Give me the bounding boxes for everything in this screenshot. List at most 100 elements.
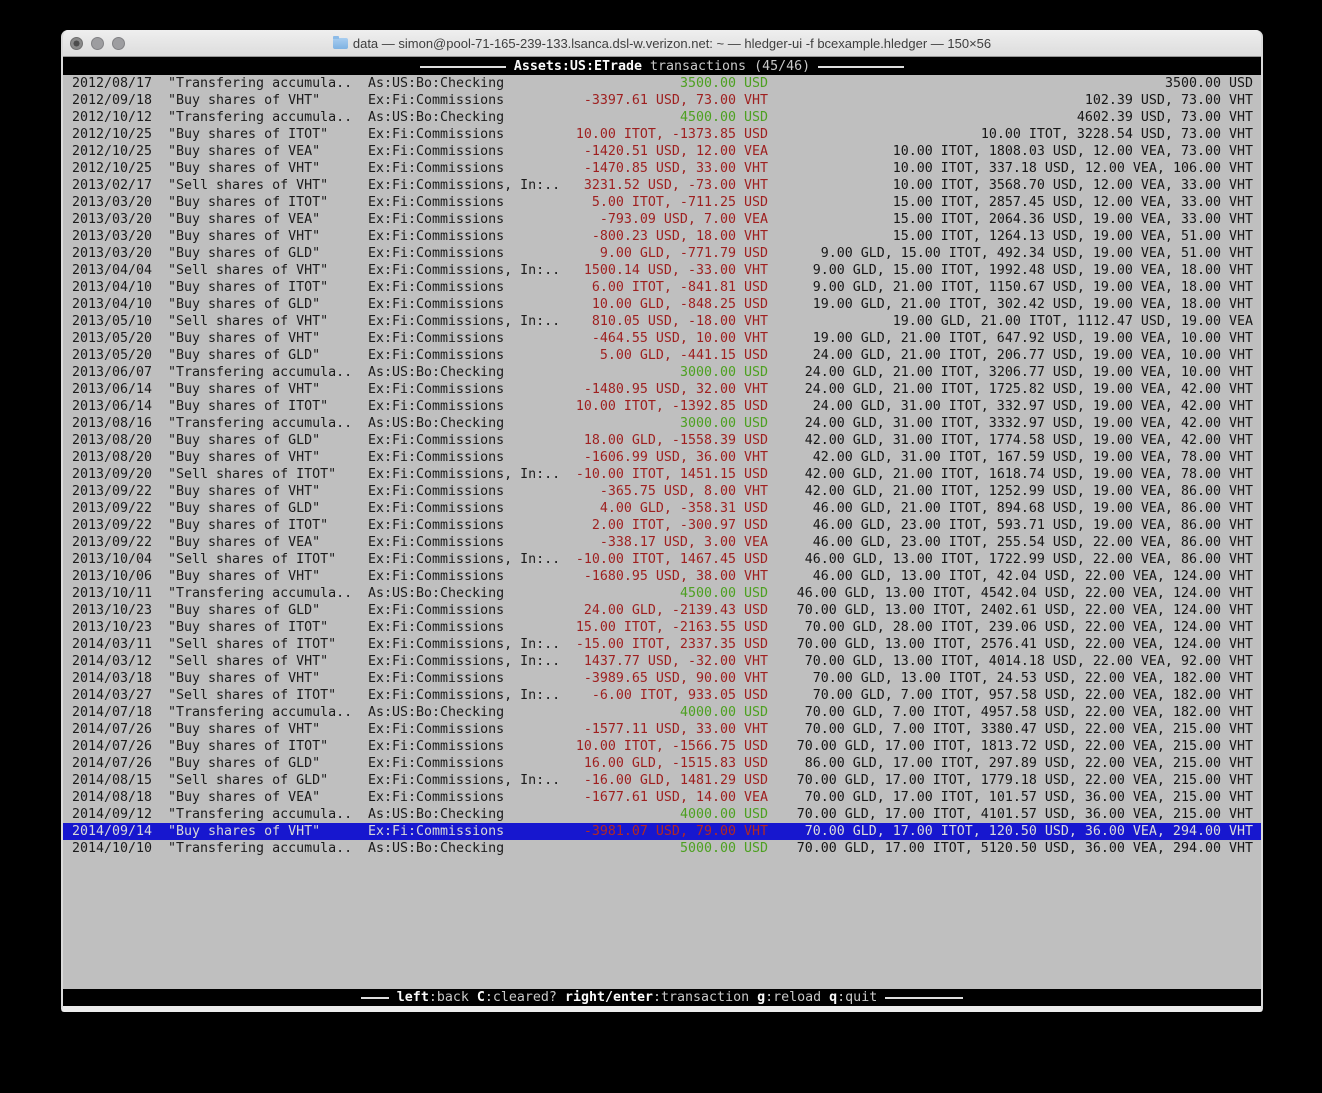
running-balance: 9.00 GLD, 15.00 ITOT, 1992.48 USD, 19.00… <box>768 262 1261 279</box>
transaction-accounts: Ex:Fi:Commissions <box>368 398 568 415</box>
transaction-amount: -15.00 ITOT, 2337.35 USD <box>568 636 768 653</box>
transaction-row[interactable]: 2013/08/20"Buy shares of GLD"Ex:Fi:Commi… <box>63 432 1261 449</box>
transaction-row[interactable]: 2014/07/26"Buy shares of VHT"Ex:Fi:Commi… <box>63 721 1261 738</box>
transaction-amount: -3989.65 USD, 90.00 VHT <box>568 670 768 687</box>
transaction-date: 2014/03/27 <box>63 687 168 704</box>
transaction-description: "Buy shares of ITOT" <box>168 126 368 143</box>
transaction-row[interactable]: 2014/09/12"Transfering accumula..As:US:B… <box>63 806 1261 823</box>
transaction-amount: 16.00 GLD, -1515.83 USD <box>568 755 768 772</box>
transaction-accounts: Ex:Fi:Commissions <box>368 160 568 177</box>
transaction-row[interactable]: 2013/05/20"Buy shares of GLD"Ex:Fi:Commi… <box>63 347 1261 364</box>
transaction-accounts: Ex:Fi:Commissions <box>368 347 568 364</box>
transaction-amount: 5.00 ITOT, -711.25 USD <box>568 194 768 211</box>
transaction-accounts: Ex:Fi:Commissions, In:.. <box>368 177 568 194</box>
transaction-row[interactable]: 2014/08/15"Sell shares of GLD"Ex:Fi:Comm… <box>63 772 1261 789</box>
transaction-row[interactable]: 2012/10/25"Buy shares of VHT"Ex:Fi:Commi… <box>63 160 1261 177</box>
transaction-row[interactable]: 2013/04/10"Buy shares of GLD"Ex:Fi:Commi… <box>63 296 1261 313</box>
transaction-row[interactable]: 2013/08/20"Buy shares of VHT"Ex:Fi:Commi… <box>63 449 1261 466</box>
running-balance: 42.00 GLD, 31.00 ITOT, 167.59 USD, 19.00… <box>768 449 1261 466</box>
transaction-date: 2013/10/11 <box>63 585 168 602</box>
transaction-description: "Buy shares of VHT" <box>168 160 368 177</box>
transaction-description: "Buy shares of ITOT" <box>168 279 368 296</box>
transaction-amount: 3000.00 USD <box>568 364 768 381</box>
transaction-row[interactable]: 2013/06/14"Buy shares of VHT"Ex:Fi:Commi… <box>63 381 1261 398</box>
transaction-row[interactable]: 2014/03/12"Sell shares of VHT"Ex:Fi:Comm… <box>63 653 1261 670</box>
window-titlebar[interactable]: data — simon@pool-71-165-239-133.lsanca.… <box>63 30 1261 57</box>
window-zoom-button[interactable] <box>112 37 125 50</box>
transaction-row[interactable]: 2013/09/22"Buy shares of VEA"Ex:Fi:Commi… <box>63 534 1261 551</box>
window-title-text: data — simon@pool-71-165-239-133.lsanca.… <box>353 36 991 51</box>
transaction-row[interactable]: 2013/09/22"Buy shares of ITOT"Ex:Fi:Comm… <box>63 517 1261 534</box>
transaction-row[interactable]: 2013/05/20"Buy shares of VHT"Ex:Fi:Commi… <box>63 330 1261 347</box>
transaction-row[interactable]: 2013/10/06"Buy shares of VHT"Ex:Fi:Commi… <box>63 568 1261 585</box>
transaction-row[interactable]: 2013/03/20"Buy shares of ITOT"Ex:Fi:Comm… <box>63 194 1261 211</box>
transaction-row[interactable]: 2013/04/04"Sell shares of VHT"Ex:Fi:Comm… <box>63 262 1261 279</box>
transaction-row[interactable]: 2013/03/20"Buy shares of VHT"Ex:Fi:Commi… <box>63 228 1261 245</box>
transaction-accounts: Ex:Fi:Commissions <box>368 211 568 228</box>
running-balance: 19.00 GLD, 21.00 ITOT, 1112.47 USD, 19.0… <box>768 313 1261 330</box>
transaction-date: 2013/09/22 <box>63 483 168 500</box>
transaction-row[interactable]: 2013/06/07"Transfering accumula..As:US:B… <box>63 364 1261 381</box>
transaction-date: 2013/08/20 <box>63 449 168 466</box>
transaction-row[interactable]: 2013/08/16"Transfering accumula..As:US:B… <box>63 415 1261 432</box>
transaction-row[interactable]: 2012/08/17"Transfering accumula..As:US:B… <box>63 75 1261 92</box>
transaction-row[interactable]: 2013/06/14"Buy shares of ITOT"Ex:Fi:Comm… <box>63 398 1261 415</box>
transaction-accounts: Ex:Fi:Commissions, In:.. <box>368 262 568 279</box>
running-balance: 70.00 GLD, 17.00 ITOT, 120.50 USD, 36.00… <box>768 823 1261 840</box>
transaction-amount: -365.75 USD, 8.00 VHT <box>568 483 768 500</box>
transaction-amount: 2.00 ITOT, -300.97 USD <box>568 517 768 534</box>
transaction-amount: -793.09 USD, 7.00 VEA <box>568 211 768 228</box>
transaction-row[interactable]: 2012/10/25"Buy shares of ITOT"Ex:Fi:Comm… <box>63 126 1261 143</box>
running-balance: 24.00 GLD, 21.00 ITOT, 3206.77 USD, 19.0… <box>768 364 1261 381</box>
running-balance: 70.00 GLD, 13.00 ITOT, 2576.41 USD, 22.0… <box>768 636 1261 653</box>
transaction-row[interactable]: 2014/07/26"Buy shares of GLD"Ex:Fi:Commi… <box>63 755 1261 772</box>
transaction-amount: 4.00 GLD, -358.31 USD <box>568 500 768 517</box>
transaction-row[interactable]: 2013/10/04"Sell shares of ITOT"Ex:Fi:Com… <box>63 551 1261 568</box>
window-minimize-button[interactable] <box>91 37 104 50</box>
transaction-row[interactable]: 2013/10/23"Buy shares of GLD"Ex:Fi:Commi… <box>63 602 1261 619</box>
transaction-accounts: Ex:Fi:Commissions, In:.. <box>368 466 568 483</box>
transaction-accounts: Ex:Fi:Commissions <box>368 483 568 500</box>
transaction-row[interactable]: 2014/10/10"Transfering accumula..As:US:B… <box>63 840 1261 857</box>
transaction-accounts: Ex:Fi:Commissions <box>368 432 568 449</box>
transaction-row[interactable]: 2013/10/11"Transfering accumula..As:US:B… <box>63 585 1261 602</box>
transaction-row[interactable]: 2014/07/26"Buy shares of ITOT"Ex:Fi:Comm… <box>63 738 1261 755</box>
transaction-row[interactable]: 2014/08/18"Buy shares of VEA"Ex:Fi:Commi… <box>63 789 1261 806</box>
transaction-row[interactable]: 2013/10/23"Buy shares of ITOT"Ex:Fi:Comm… <box>63 619 1261 636</box>
transaction-amount: -464.55 USD, 10.00 VHT <box>568 330 768 347</box>
transaction-row[interactable]: 2014/07/18"Transfering accumula..As:US:B… <box>63 704 1261 721</box>
transaction-description: "Buy shares of GLD" <box>168 245 368 262</box>
transaction-row[interactable]: 2012/10/25"Buy shares of VEA"Ex:Fi:Commi… <box>63 143 1261 160</box>
running-balance: 46.00 GLD, 21.00 ITOT, 894.68 USD, 19.00… <box>768 500 1261 517</box>
transaction-amount: -1470.85 USD, 33.00 VHT <box>568 160 768 177</box>
transaction-row[interactable]: 2013/03/20"Buy shares of VEA"Ex:Fi:Commi… <box>63 211 1261 228</box>
running-balance: 24.00 GLD, 21.00 ITOT, 1725.82 USD, 19.0… <box>768 381 1261 398</box>
transaction-row[interactable]: 2013/03/20"Buy shares of GLD"Ex:Fi:Commi… <box>63 245 1261 262</box>
transaction-amount: -338.17 USD, 3.00 VEA <box>568 534 768 551</box>
transaction-row[interactable]: 2014/03/11"Sell shares of ITOT"Ex:Fi:Com… <box>63 636 1261 653</box>
transaction-amount: 5.00 GLD, -441.15 USD <box>568 347 768 364</box>
transaction-accounts: As:US:Bo:Checking <box>368 109 568 126</box>
transaction-accounts: Ex:Fi:Commissions <box>368 92 568 109</box>
transaction-row[interactable]: 2013/09/22"Buy shares of VHT"Ex:Fi:Commi… <box>63 483 1261 500</box>
transaction-row[interactable]: 2013/05/10"Sell shares of VHT"Ex:Fi:Comm… <box>63 313 1261 330</box>
transaction-description: "Buy shares of GLD" <box>168 755 368 772</box>
transaction-description: "Sell shares of ITOT" <box>168 466 368 483</box>
transaction-row[interactable]: 2013/04/10"Buy shares of ITOT"Ex:Fi:Comm… <box>63 279 1261 296</box>
transaction-row[interactable]: 2013/09/22"Buy shares of GLD"Ex:Fi:Commi… <box>63 500 1261 517</box>
transaction-row[interactable]: 2014/03/27"Sell shares of ITOT"Ex:Fi:Com… <box>63 687 1261 704</box>
transaction-row-selected[interactable]: 2014/09/14"Buy shares of VHT"Ex:Fi:Commi… <box>63 823 1261 840</box>
transaction-row[interactable]: 2012/09/18"Buy shares of VHT"Ex:Fi:Commi… <box>63 92 1261 109</box>
transaction-description: "Buy shares of VHT" <box>168 381 368 398</box>
transaction-row[interactable]: 2013/02/17"Sell shares of VHT"Ex:Fi:Comm… <box>63 177 1261 194</box>
transaction-date: 2013/04/10 <box>63 296 168 313</box>
transaction-description: "Transfering accumula.. <box>168 806 368 823</box>
transaction-amount: 4000.00 USD <box>568 704 768 721</box>
transaction-row[interactable]: 2012/10/12"Transfering accumula..As:US:B… <box>63 109 1261 126</box>
window-close-button[interactable] <box>70 37 83 50</box>
transaction-amount: -3981.07 USD, 79.00 VHT <box>568 823 768 840</box>
transaction-description: "Buy shares of VHT" <box>168 449 368 466</box>
transaction-row[interactable]: 2013/09/20"Sell shares of ITOT"Ex:Fi:Com… <box>63 466 1261 483</box>
transaction-row[interactable]: 2014/03/18"Buy shares of VHT"Ex:Fi:Commi… <box>63 670 1261 687</box>
status-key-action: :transaction <box>653 990 757 1005</box>
